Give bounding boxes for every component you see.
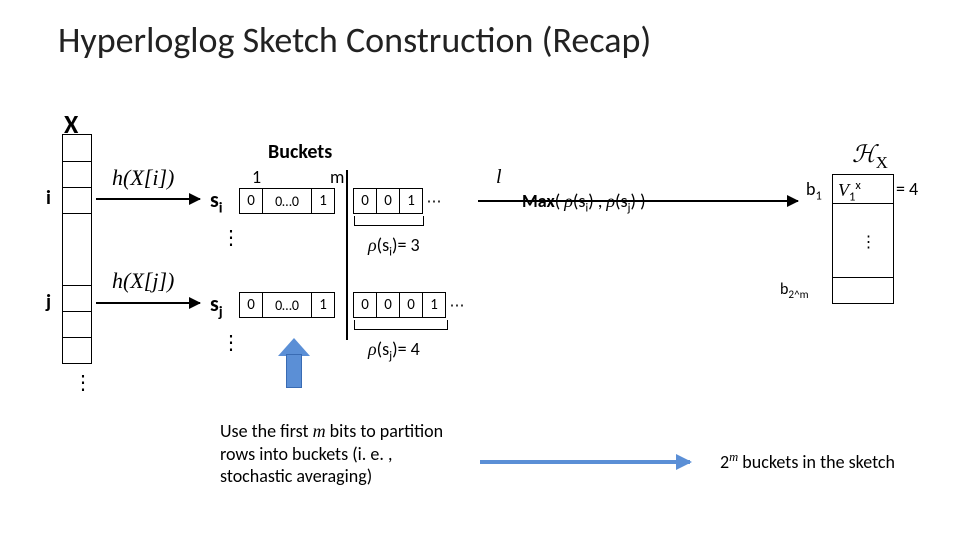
s-vdots-2: ⋮ [218, 330, 242, 356]
arrow-xj [96, 302, 200, 304]
ellipsis-icon: ⋯ [422, 188, 446, 214]
s-vdots-1: ⋮ [218, 225, 242, 251]
bit: 0…0 [262, 188, 312, 214]
x-column [62, 134, 92, 364]
bit: 0 [239, 292, 263, 318]
v1-cell: V1x [838, 178, 861, 205]
uparrow-icon [278, 338, 310, 388]
arrow-blue-right [480, 460, 690, 464]
max-label: Max( ρ(si) , ρ(sj) ) [522, 190, 646, 216]
j-row-label: j [46, 290, 51, 314]
bit: 0 [376, 188, 400, 214]
bit: 0 [399, 292, 423, 318]
bit: 0…0 [262, 292, 312, 318]
hx-label: ℋX [852, 140, 888, 173]
bitrow-sj-tail: 0 0 0 1 ⋯ [354, 292, 469, 318]
b2m-label: b2^m [780, 280, 809, 302]
arrow-max [478, 200, 798, 202]
i-row-label: i [46, 186, 51, 210]
bit: 0 [353, 188, 377, 214]
hx-vdots: ⋮ [858, 232, 877, 253]
b1-label: b1 [806, 178, 822, 204]
one-label: 1 [252, 166, 261, 188]
bit: 1 [399, 188, 423, 214]
footnote-bits: Use the first m bits to partition rows i… [220, 420, 460, 488]
hash-xj-label: h(X[j]) [112, 268, 174, 294]
m-divider [346, 170, 348, 340]
rho-sj-label: ρ(sj)= 4 [368, 338, 420, 364]
sj-label: sj [210, 290, 223, 321]
slide-title: Hyperloglog Sketch Construction (Recap) [58, 18, 651, 62]
buckets-label: Buckets [268, 140, 332, 164]
bit: 1 [311, 188, 335, 214]
bit: 1 [422, 292, 446, 318]
bit: 0 [353, 292, 377, 318]
m-label: m [330, 166, 344, 188]
bitrow-si: 0 0…0 1 [240, 188, 335, 214]
rho-si-label: ρ(si)= 3 [368, 234, 420, 260]
bit: 0 [376, 292, 400, 318]
arrow-xi [96, 198, 200, 200]
si-label: si [210, 186, 223, 217]
rho-si-bracket [354, 216, 424, 226]
bit: 0 [239, 188, 263, 214]
bitrow-sj: 0 0…0 1 [240, 292, 335, 318]
v1-value: = 4 [896, 178, 918, 200]
x-vdots: ⋮ [70, 370, 94, 396]
bitrow-si-tail: 0 0 1 ⋯ [354, 188, 446, 214]
ellipsis-icon: ⋯ [445, 292, 469, 318]
bit: 1 [311, 292, 335, 318]
rho-sj-bracket [354, 320, 448, 330]
l-label: l [496, 166, 502, 189]
footnote-buckets: 2m buckets in the sketch [720, 450, 895, 473]
hash-xi-label: h(X[i]) [112, 165, 174, 191]
